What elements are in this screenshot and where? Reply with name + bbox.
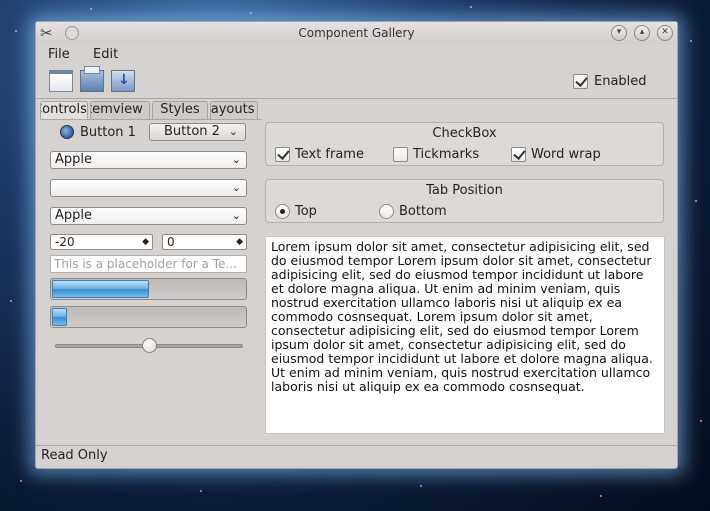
bottom-label: Bottom xyxy=(399,204,447,219)
radio-bottom[interactable]: Bottom xyxy=(379,204,447,220)
tab-styles-label: Styles xyxy=(160,102,200,117)
slider-handle[interactable] xyxy=(142,338,157,353)
title-bar[interactable]: ✂ Component Gallery ▾ ▴ ✕ xyxy=(36,22,677,44)
checkbox-word-wrap[interactable]: Word wrap xyxy=(511,147,601,163)
tab-underline xyxy=(40,119,262,120)
tab-position-group-title: Tab Position xyxy=(426,183,503,198)
minimize-icon[interactable]: ▾ xyxy=(611,25,627,41)
bottom-radio-icon[interactable] xyxy=(379,204,394,219)
tab-layouts[interactable]: Layouts xyxy=(210,101,258,119)
status-bar-text: Read Only xyxy=(41,448,108,463)
top-label: Top xyxy=(295,204,317,219)
spin-box-1-value: -20 xyxy=(55,235,75,249)
toolbar-separator xyxy=(36,98,677,99)
checkbox-group: CheckBox Text frame Tickmarks Word wrap xyxy=(265,122,664,166)
component-gallery-window: ✂ Component Gallery ▾ ▴ ✕ File Edit Enab… xyxy=(35,21,678,469)
chevron-down-icon: ⌄ xyxy=(231,181,241,194)
tab-styles[interactable]: Styles xyxy=(152,101,208,119)
combo-box-1-value: Apple xyxy=(55,152,93,167)
tab-position-group: Tab Position Top Bottom xyxy=(265,179,664,223)
word-wrap-check-icon[interactable] xyxy=(511,147,526,162)
checkbox-tickmarks[interactable]: Tickmarks xyxy=(393,147,479,163)
spin-box-2-value: 0 xyxy=(167,235,175,249)
enabled-checkbox[interactable]: Enabled xyxy=(573,74,647,90)
checkbox-group-title: CheckBox xyxy=(432,126,497,141)
tab-layouts-label: Layouts xyxy=(210,102,255,117)
progress-bar-1-fill xyxy=(52,280,149,298)
combo-box-3[interactable]: Apple ⌄ xyxy=(50,207,247,225)
tickmarks-label: Tickmarks xyxy=(413,147,480,162)
maximize-icon[interactable]: ▴ xyxy=(634,25,650,41)
menu-file[interactable]: File xyxy=(48,47,70,62)
close-icon[interactable]: ✕ xyxy=(657,25,673,41)
enabled-check-icon[interactable] xyxy=(573,74,588,89)
button-1[interactable]: Button 1 xyxy=(80,125,136,140)
status-separator xyxy=(36,445,677,446)
checkbox-text-frame[interactable]: Text frame xyxy=(275,147,364,163)
spin-arrows-icon[interactable]: ◆ xyxy=(236,236,243,248)
progress-bar-2 xyxy=(50,306,247,328)
open-folder-icon[interactable] xyxy=(80,66,104,92)
tab-itemview-label: Itemview xyxy=(91,102,143,117)
spin-box-1[interactable]: -20 ◆ xyxy=(50,234,153,250)
spin-box-2[interactable]: 0 ◆ xyxy=(162,234,247,250)
combo-box-1[interactable]: Apple ⌄ xyxy=(50,151,247,169)
window-title: Component Gallery xyxy=(298,26,415,40)
combo-box-3-value: Apple xyxy=(55,208,93,223)
placeholder-text-field[interactable]: This is a placeholder for a Te... xyxy=(50,255,247,273)
text-frame-label: Text frame xyxy=(295,147,364,162)
enabled-label: Enabled xyxy=(594,74,647,89)
radio-top[interactable]: Top xyxy=(275,204,317,220)
tab-itemview[interactable]: Itemview xyxy=(90,101,150,119)
spin-arrows-icon[interactable]: ◆ xyxy=(142,236,149,248)
button-2[interactable]: Button 2 ⌄ xyxy=(149,123,246,141)
word-wrap-label: Word wrap xyxy=(531,147,601,162)
tab-controls-label: Controls xyxy=(41,102,87,117)
menu-edit[interactable]: Edit xyxy=(93,47,118,62)
top-radio-icon[interactable] xyxy=(275,204,290,219)
text-frame[interactable]: Lorem ipsum dolor sit amet, consectetur … xyxy=(265,236,665,434)
progress-bar-2-fill xyxy=(52,308,67,326)
chevron-down-icon: ⌄ xyxy=(228,125,238,138)
new-document-icon[interactable] xyxy=(49,70,73,92)
button1-icon xyxy=(60,125,74,139)
combo-box-2[interactable]: ⌄ xyxy=(50,179,247,197)
chevron-down-icon: ⌄ xyxy=(231,153,241,166)
tickmarks-check-icon[interactable] xyxy=(393,147,408,162)
tab-controls[interactable]: Controls xyxy=(40,101,88,119)
button-2-label: Button 2 xyxy=(164,124,220,139)
save-icon[interactable] xyxy=(111,70,135,92)
text-frame-check-icon[interactable] xyxy=(275,147,290,162)
progress-bar-1 xyxy=(50,278,247,300)
chevron-down-icon: ⌄ xyxy=(231,209,241,222)
